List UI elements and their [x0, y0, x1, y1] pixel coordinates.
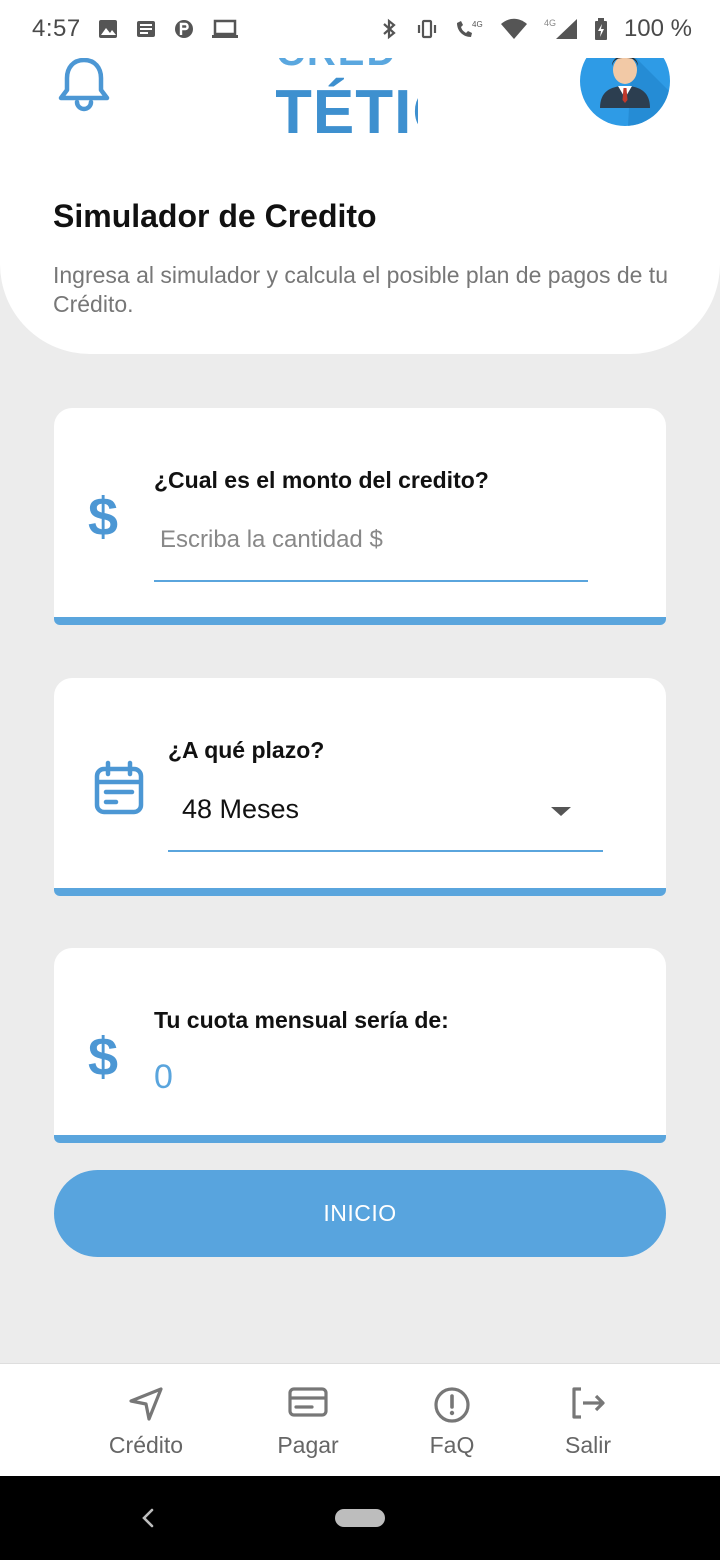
nav-label: FaQ [429, 1432, 475, 1458]
page-title: Simulador de Credito [53, 198, 377, 234]
credit-card-icon [288, 1387, 328, 1417]
term-select-underline [168, 850, 603, 852]
bottom-navigation: Crédito Pagar FaQ Salir [0, 1363, 720, 1476]
card-accent-bar [54, 617, 666, 625]
signal-icon: 4G [544, 18, 577, 39]
nav-item-credito[interactable]: Crédito [86, 1364, 206, 1477]
monthly-payment-value: 0 [154, 1058, 173, 1096]
wifi-icon [500, 18, 527, 39]
news-icon [136, 21, 155, 37]
back-chevron-icon[interactable] [138, 1504, 158, 1532]
vibrate-icon [417, 19, 437, 39]
amount-input[interactable] [160, 520, 580, 560]
nav-label: Pagar [277, 1432, 339, 1458]
logout-icon [572, 1387, 605, 1419]
navigation-arrow-icon [129, 1387, 163, 1421]
nav-label: Salir [564, 1432, 611, 1458]
term-select[interactable]: 48 Meses [168, 782, 603, 850]
notifications-bell-icon[interactable] [56, 54, 112, 114]
amount-label: ¿Cual es el monto del credito? [154, 467, 489, 493]
page-subtitle: Ingresa al simulador y calcula el posibl… [53, 262, 668, 317]
nav-item-salir[interactable]: Salir [528, 1364, 648, 1477]
svg-text:4G: 4G [544, 18, 556, 28]
p-icon [174, 20, 193, 38]
status-bar: 4:57 4G 4G 100 % [0, 0, 720, 58]
amount-card: $ ¿Cual es el monto del credito? [54, 408, 666, 625]
status-time: 4:57 [32, 15, 81, 42]
card-accent-bar [54, 1135, 666, 1143]
app-logo: CRED TÉTIC [276, 52, 418, 136]
amount-input-underline [154, 580, 588, 582]
alert-circle-icon [434, 1387, 470, 1423]
home-pill[interactable] [335, 1509, 385, 1527]
dollar-icon: $ [88, 487, 119, 547]
term-card: ¿A qué plazo? 48 Meses [54, 678, 666, 896]
term-select-value: 48 Meses [182, 794, 300, 824]
laptop-icon [211, 19, 238, 38]
nav-item-faq[interactable]: FaQ [392, 1364, 512, 1477]
monthly-payment-label: Tu cuota mensual sería de: [154, 1007, 449, 1033]
call-4g-icon: 4G [456, 20, 483, 37]
calendar-icon [94, 760, 144, 815]
dollar-icon: $ [88, 1027, 119, 1087]
battery-percent: 100 % [623, 15, 692, 42]
logo-main-text: TÉTIC [276, 78, 418, 137]
image-icon [98, 20, 117, 38]
svg-text:4G: 4G [472, 20, 483, 29]
card-accent-bar [54, 888, 666, 896]
start-button[interactable]: INICIO [54, 1170, 666, 1257]
term-label: ¿A qué plazo? [168, 737, 325, 763]
nav-label: Crédito [108, 1432, 184, 1458]
result-card: $ Tu cuota mensual sería de: 0 [54, 948, 666, 1143]
chevron-down-icon [551, 807, 571, 816]
battery-icon [594, 18, 607, 40]
bluetooth-icon [383, 18, 396, 40]
nav-item-pagar[interactable]: Pagar [248, 1364, 368, 1477]
